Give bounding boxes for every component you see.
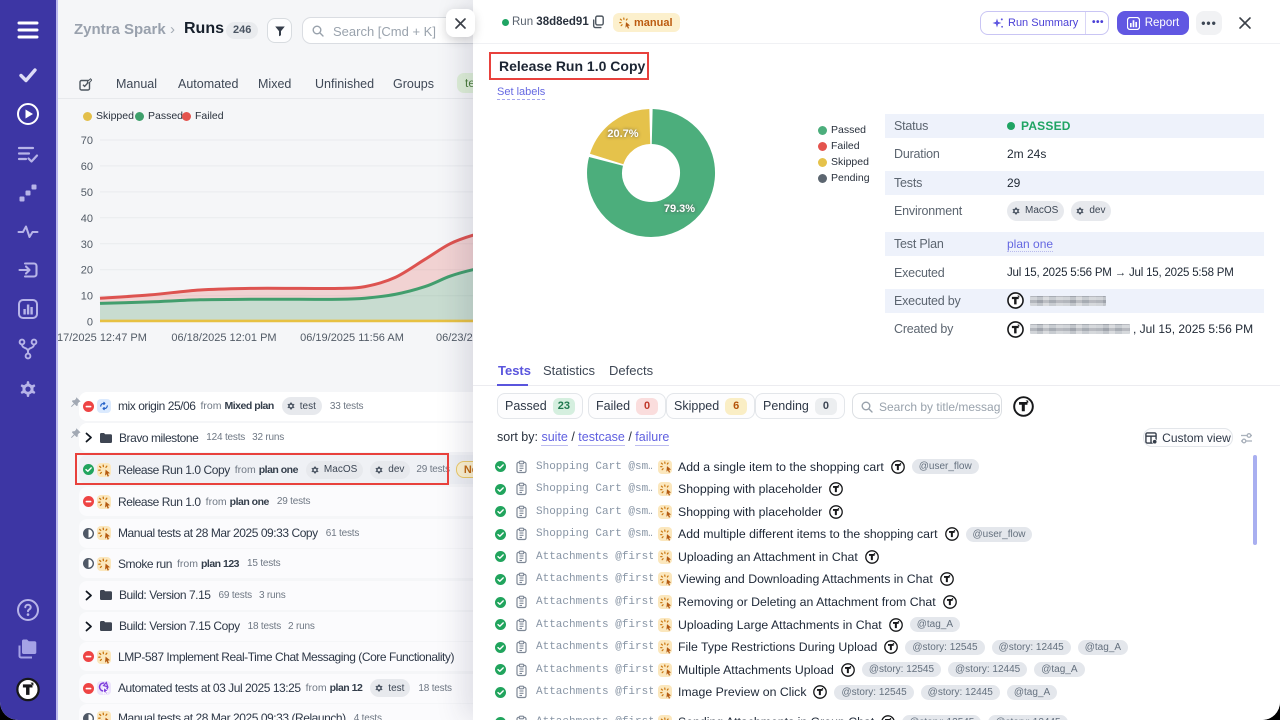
svg-text:79.3%: 79.3% bbox=[664, 203, 695, 215]
svg-text:60: 60 bbox=[81, 161, 93, 173]
svg-text:50: 50 bbox=[81, 187, 93, 199]
svg-text:20: 20 bbox=[81, 265, 93, 277]
svg-text:70: 70 bbox=[81, 135, 93, 147]
svg-text:20.7%: 20.7% bbox=[607, 128, 638, 140]
svg-text:10: 10 bbox=[81, 291, 93, 303]
svg-text:17/2025 12:47 PM: 17/2025 12:47 PM bbox=[57, 332, 147, 344]
svg-text:30: 30 bbox=[81, 239, 93, 251]
svg-text:06/19/2025 11:56 AM: 06/19/2025 11:56 AM bbox=[300, 332, 404, 344]
svg-text:40: 40 bbox=[81, 213, 93, 225]
svg-text:0: 0 bbox=[87, 317, 93, 329]
svg-text:06/18/2025 12:01 PM: 06/18/2025 12:01 PM bbox=[171, 332, 276, 344]
